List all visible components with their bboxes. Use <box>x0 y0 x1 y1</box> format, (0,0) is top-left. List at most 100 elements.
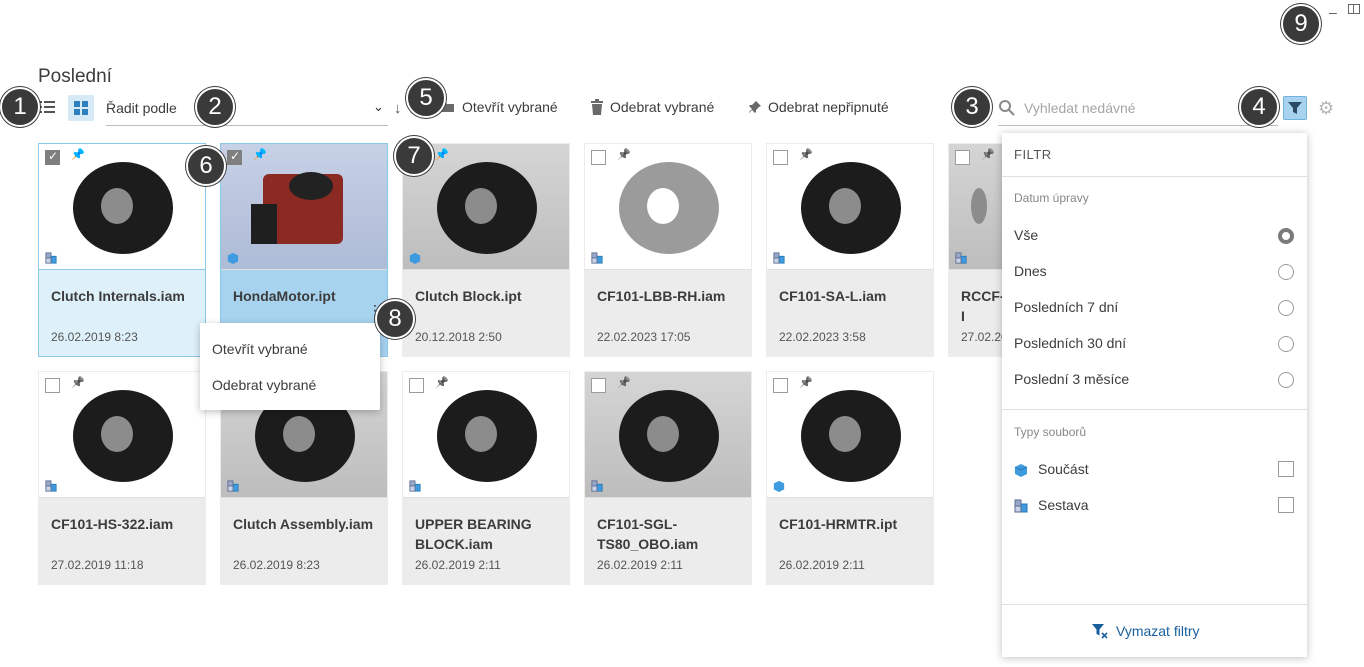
callout-badge: 1 <box>0 87 40 127</box>
assembly-icon <box>955 252 967 264</box>
date-option-30-days[interactable]: Posledních 30 dní <box>1014 335 1126 351</box>
pin-icon[interactable]: 📌 <box>617 148 631 161</box>
minimize-icon[interactable]: – <box>1329 4 1337 20</box>
file-date: 27.02.20 <box>961 330 1008 344</box>
callout-badge: 3 <box>952 87 992 127</box>
type-option-assembly[interactable]: Sestava <box>1038 497 1089 513</box>
file-name: Clutch Block.ipt <box>415 288 522 304</box>
sort-dropdown[interactable] <box>106 125 388 126</box>
context-open-selected[interactable]: Otevřít vybrané <box>212 341 308 357</box>
file-card[interactable]: 📌 CF101-HRMTR.ipt 26.02.2019 2:11 <box>766 371 934 585</box>
radio-today[interactable] <box>1278 264 1294 280</box>
callout-badge: 8 <box>375 299 415 339</box>
model-preview <box>801 390 901 482</box>
file-types-section-label: Typy souborů <box>1014 425 1087 439</box>
file-checkbox[interactable] <box>955 150 970 165</box>
assembly-icon <box>45 480 57 492</box>
file-thumbnail <box>767 144 933 270</box>
file-card[interactable]: 📌 CF101-HS-322.iam 27.02.2019 11:18 <box>38 371 206 585</box>
assembly-icon <box>591 480 603 492</box>
list-view-icon <box>40 101 55 113</box>
model-preview <box>73 390 173 482</box>
pin-icon[interactable]: 📌 <box>71 148 85 161</box>
file-checkbox[interactable] <box>45 378 60 393</box>
file-checkbox[interactable] <box>45 149 60 165</box>
clear-filters-button[interactable]: Vymazat filtry <box>1090 622 1200 640</box>
model-preview <box>801 162 901 254</box>
assembly-icon <box>409 480 421 492</box>
file-checkbox[interactable] <box>591 378 606 393</box>
file-checkbox[interactable] <box>773 150 788 165</box>
date-option-3-months[interactable]: Poslední 3 měsíce <box>1014 371 1129 387</box>
file-checkbox[interactable] <box>773 378 788 393</box>
file-checkbox[interactable] <box>227 149 242 165</box>
gear-icon[interactable]: ⚙ <box>1318 98 1334 119</box>
pin-icon[interactable]: 📌 <box>617 376 631 389</box>
file-card[interactable]: 📌 CF101-SA-L.iam 22.02.2023 3:58 <box>766 143 934 357</box>
remove-selected-label: Odebrat vybrané <box>610 99 715 115</box>
file-date: 22.02.2023 3:58 <box>779 330 866 344</box>
remove-selected-button[interactable]: Odebrat vybrané <box>590 99 714 115</box>
file-card[interactable]: 📌 Clutch Block.ipt 20.12.2018 2:50 <box>402 143 570 357</box>
open-selected-button[interactable]: Otevřít vybrané <box>440 99 558 115</box>
remove-unpinned-label: Odebrat nepřipnuté <box>768 99 889 115</box>
filter-title: FILTR <box>1014 147 1052 162</box>
callout-badge: 7 <box>394 136 434 176</box>
date-option-7-days[interactable]: Posledních 7 dní <box>1014 299 1118 315</box>
context-remove-selected[interactable]: Odebrat vybrané <box>212 377 316 393</box>
remove-unpinned-button[interactable]: Odebrat nepřipnuté <box>748 99 889 115</box>
file-name: CF101-HS-322.iam <box>51 516 174 532</box>
date-option-today[interactable]: Dnes <box>1014 263 1047 279</box>
assembly-icon <box>227 480 239 492</box>
file-name: CF101-SA-L.iam <box>779 288 887 304</box>
pin-icon[interactable]: 📌 <box>253 148 267 161</box>
radio-all[interactable] <box>1278 228 1294 244</box>
file-date: 26.02.2019 2:11 <box>597 558 683 572</box>
checkbox-assembly[interactable] <box>1278 497 1294 513</box>
file-card[interactable]: 📌 RCCF-I 27.02.20 <box>948 143 1008 357</box>
file-date: 26.02.2019 8:23 <box>233 558 320 572</box>
callout-badge: 4 <box>1239 87 1279 127</box>
file-card[interactable]: 📌 CF101-LBB-RH.iam 22.02.2023 17:05 <box>584 143 752 357</box>
pin-icon[interactable]: 📌 <box>799 148 813 161</box>
file-checkbox[interactable] <box>409 378 424 393</box>
grid-view-button[interactable] <box>68 95 94 121</box>
filter-icon <box>1288 102 1302 114</box>
file-checkbox[interactable] <box>591 150 606 165</box>
divider <box>1002 176 1307 177</box>
pin-icon[interactable]: 📌 <box>71 376 85 389</box>
model-preview <box>73 162 173 254</box>
search-input[interactable] <box>1024 96 1244 120</box>
file-name: HondaMotor.ipt <box>233 288 336 304</box>
file-name: RCCF-I <box>961 288 1005 324</box>
pin-icon[interactable]: 📌 <box>799 376 813 389</box>
restore-window-icon[interactable] <box>1348 4 1360 14</box>
file-card[interactable]: 📌 UPPER BEARING BLOCK.iam 26.02.2019 2:11 <box>402 371 570 585</box>
file-name: CF101-LBB-RH.iam <box>597 288 726 304</box>
divider <box>1002 409 1307 410</box>
assembly-icon <box>591 252 603 264</box>
radio-7-days[interactable] <box>1278 300 1294 316</box>
filter-button[interactable] <box>1283 96 1307 120</box>
pin-icon[interactable]: 📌 <box>435 148 449 161</box>
radio-3-months[interactable] <box>1278 372 1294 388</box>
file-name: UPPER BEARING BLOCK.iam <box>415 516 532 552</box>
sort-direction-icon[interactable]: ↓ <box>394 100 402 117</box>
checkbox-part[interactable] <box>1278 461 1294 477</box>
assembly-icon <box>773 252 785 264</box>
type-option-part[interactable]: Součást <box>1038 461 1089 477</box>
pin-icon[interactable]: 📌 <box>981 148 995 161</box>
file-thumbnail <box>585 144 751 270</box>
pin-icon[interactable]: 📌 <box>435 376 449 389</box>
callout-badge: 2 <box>195 87 235 127</box>
file-date: 26.02.2019 2:11 <box>779 558 865 572</box>
part-icon <box>1014 464 1028 477</box>
radio-30-days[interactable] <box>1278 336 1294 352</box>
chevron-down-icon[interactable]: ⌄ <box>373 99 384 115</box>
file-card[interactable]: 📌 CF101-SGL-TS80_OBO.iam 26.02.2019 2:11 <box>584 371 752 585</box>
date-option-all[interactable]: Vše <box>1014 227 1038 243</box>
file-thumbnail <box>221 144 387 270</box>
list-view-button[interactable] <box>38 97 58 117</box>
context-menu: Otevřít vybrané Odebrat vybrané <box>200 323 380 410</box>
file-card[interactable]: 📌 Clutch Internals.iam 26.02.2019 8:23 <box>38 143 206 357</box>
